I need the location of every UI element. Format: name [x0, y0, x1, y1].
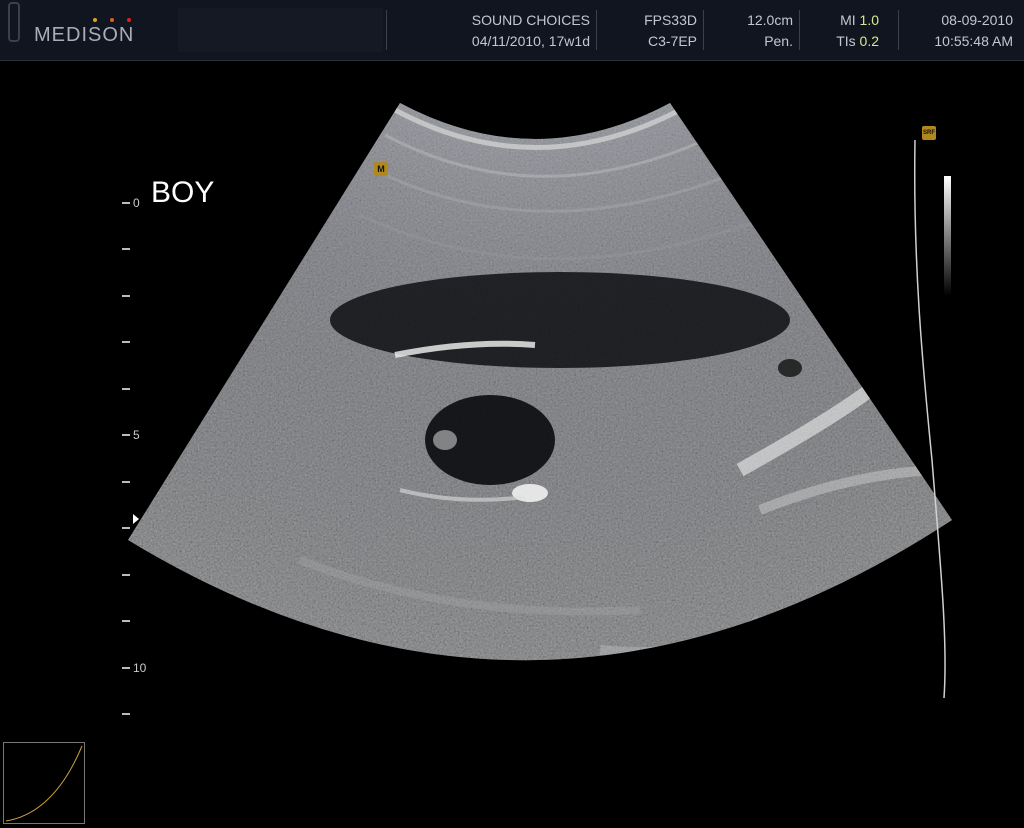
- ultrasound-sector: [128, 103, 952, 699]
- orientation-marker-icon: M: [374, 162, 388, 176]
- logo-dot: [93, 18, 97, 22]
- depth-tick: [122, 481, 130, 483]
- tis-value: 0.2: [859, 33, 879, 49]
- probe-name: C3-7EP: [647, 33, 697, 49]
- preset-name: Pen.: [764, 33, 793, 49]
- divider: [799, 10, 800, 50]
- mi-label: MI: [840, 12, 856, 28]
- depth-tick: [122, 574, 130, 576]
- depth-tick: [122, 341, 130, 343]
- logo-dot: [110, 18, 114, 22]
- window-edge: [8, 2, 20, 42]
- depth-label-10: 10: [133, 661, 147, 675]
- grayscale-bar: [944, 176, 951, 296]
- divider: [386, 10, 387, 50]
- divider: [596, 10, 597, 50]
- time-display: 10:55:48 AM: [934, 33, 1013, 49]
- header-bar: MEDISON SOUND CHOICES 04/11/2010, 17w1d …: [0, 0, 1024, 61]
- depth-tick: [122, 527, 130, 529]
- depth-tick: [122, 434, 130, 436]
- depth-tick: [122, 667, 130, 669]
- depth-tick: [122, 248, 130, 250]
- depth-value: 12.0cm: [747, 12, 793, 28]
- date-display: 08-09-2010: [941, 12, 1013, 28]
- mi-readout: MI 1.0: [840, 12, 879, 28]
- exam-info: 04/11/2010, 17w1d: [471, 33, 590, 49]
- depth-tick: [122, 295, 130, 297]
- mi-value: 1.0: [859, 12, 879, 28]
- depth-label-0: 0: [133, 196, 140, 210]
- gray-map-curve-graph: [5, 745, 83, 822]
- depth-tick: [122, 388, 130, 390]
- tis-readout: TIs 0.2: [836, 33, 879, 49]
- divider: [898, 10, 899, 50]
- divider: [703, 10, 704, 50]
- header-blank-panel: [178, 8, 383, 52]
- depth-tick: [122, 202, 130, 204]
- depth-label-5: 5: [133, 428, 140, 442]
- tis-label: TIs: [836, 33, 856, 49]
- depth-tick: [122, 713, 130, 715]
- gray-map-curve: [3, 742, 85, 824]
- brand-logo: MEDISON: [34, 24, 135, 46]
- ultrasound-image-area: BOY 0 5 10 M SRF: [0, 61, 1024, 824]
- frame-rate: FPS33D: [644, 12, 697, 28]
- tgc-curve: [913, 139, 946, 699]
- depth-tick: [122, 620, 130, 622]
- focus-marker-icon: [133, 514, 139, 524]
- logo-dot: [127, 18, 131, 22]
- annotation-text: BOY: [151, 176, 215, 209]
- srf-marker-icon: SRF: [922, 126, 936, 140]
- institution-name: SOUND CHOICES: [471, 12, 590, 28]
